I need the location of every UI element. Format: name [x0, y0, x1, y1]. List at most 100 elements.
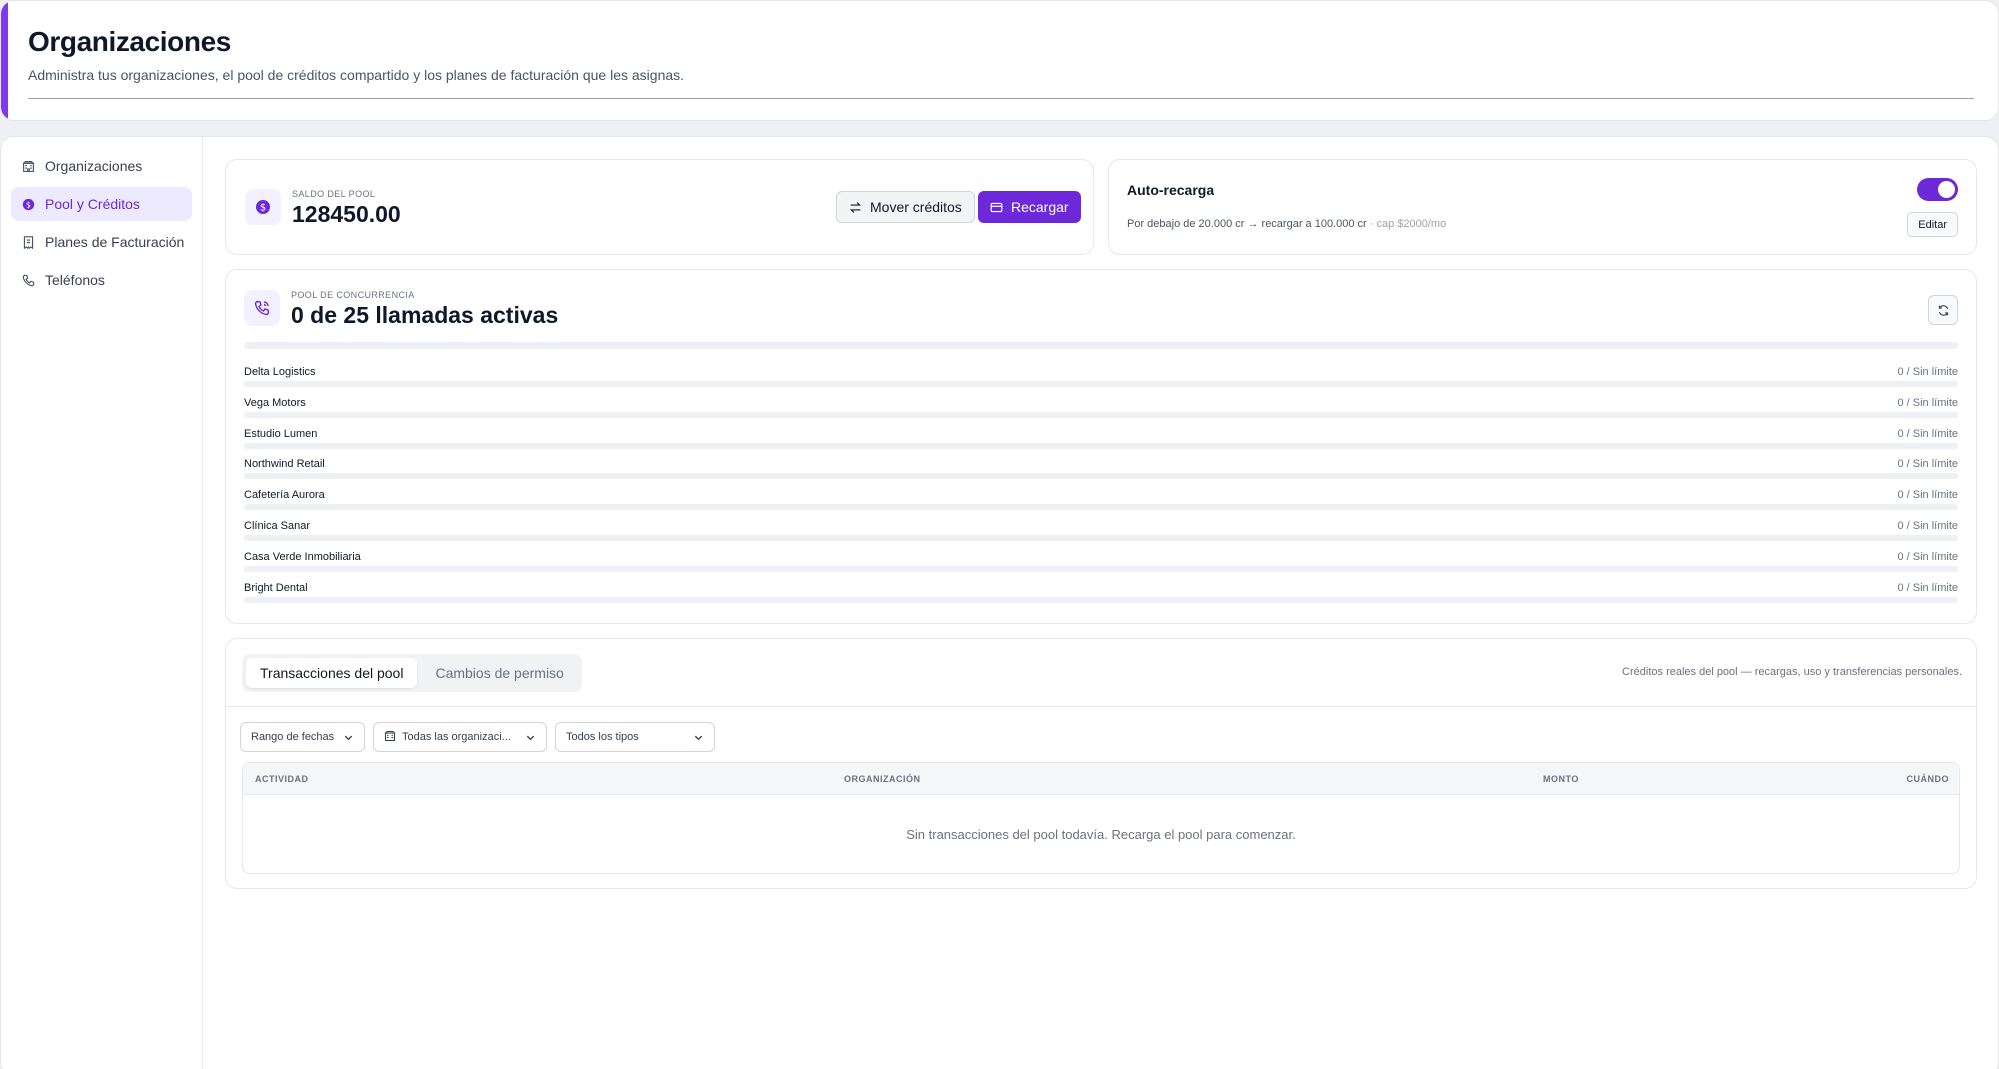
sidebar: Organizaciones $ Pool y Créditos Planes … — [1, 137, 203, 1069]
org-concurrency-row: Cafetería Aurora 0 / Sin límite — [244, 489, 1958, 520]
org-name: Delta Logistics — [244, 366, 316, 378]
org-usage: 0 / Sin límite — [1897, 519, 1958, 532]
org-usage: 0 / Sin límite — [1897, 458, 1958, 471]
transactions-tabs: Transacciones del pool Cambios de permis… — [242, 654, 582, 692]
org-usage: 0 / Sin límite — [1897, 396, 1958, 409]
org-usage-bar — [244, 411, 1958, 418]
page-header: Organizaciones Administra tus organizaci… — [0, 0, 1999, 121]
concurrency-pool-card: POOL DE CONCURRENCIA 0 de 25 llamadas ac… — [225, 269, 1977, 624]
page-title: Organizaciones — [28, 26, 231, 57]
edit-auto-recharge-button[interactable]: Editar — [1907, 212, 1958, 237]
org-name: Casa Verde Inmobiliaria — [244, 550, 361, 563]
refresh-icon — [1938, 304, 1948, 316]
org-concurrency-row: Bright Dental 0 / Sin límite — [244, 582, 1958, 613]
org-concurrency-row: Estudio Lumen 0 / Sin límite — [244, 428, 1958, 459]
org-usage-bar — [244, 381, 1958, 387]
column-amount: MONTO — [1543, 774, 1579, 784]
phone-call-icon — [244, 290, 280, 326]
org-usage: 0 / Sin límite — [1897, 550, 1958, 563]
building-icon — [21, 159, 35, 173]
recharge-label: Recargar — [1011, 199, 1069, 215]
org-name: Clínica Sanar — [244, 519, 311, 532]
chevron-down-icon — [343, 732, 354, 743]
org-usage-bar — [244, 565, 1958, 572]
tab-pool-transactions[interactable]: Transacciones del pool — [246, 658, 418, 688]
concurrency-progress-bar — [244, 342, 1958, 349]
sidebar-item-label: Teléfonos — [45, 272, 105, 288]
date-range-label: Rango de fechas — [251, 731, 335, 743]
coin-icon: $ — [21, 197, 35, 211]
app-panel: Organizaciones $ Pool y Créditos Planes … — [0, 136, 1999, 1069]
pool-balance-value: 128450.00 — [292, 201, 401, 227]
column-organization: ORGANIZACIÓN — [844, 774, 921, 784]
sidebar-item-label: Planes de Facturación — [45, 234, 185, 250]
page-subtitle: Administra tus organizaciones, el pool d… — [28, 67, 685, 83]
date-range-filter[interactable]: Rango de fechas — [240, 722, 365, 752]
header-accent-bar — [1, 1, 8, 120]
auto-recharge-title: Auto-recarga — [1127, 182, 1215, 198]
type-filter[interactable]: Todos los tipos — [555, 722, 715, 752]
chevron-down-icon — [525, 732, 536, 743]
move-credits-label: Mover créditos — [870, 199, 962, 215]
svg-text:$: $ — [25, 199, 30, 209]
transactions-note: Créditos reales del pool — recargas, uso… — [1622, 666, 1962, 678]
arrows-swap-icon — [849, 201, 862, 213]
refresh-button[interactable] — [1928, 295, 1958, 325]
organization-filter[interactable]: Todas las organizaci... — [373, 722, 547, 752]
dollar-coin-icon: $ — [245, 189, 281, 225]
chevron-down-icon — [693, 732, 704, 743]
org-concurrency-row: Vega Motors 0 / Sin límite — [244, 397, 1958, 428]
org-concurrency-row: Delta Logistics 0 / Sin límite — [244, 366, 1958, 397]
tab-permission-changes[interactable]: Cambios de permiso — [421, 658, 577, 688]
auto-recharge-cap: · cap $2000/mo — [1366, 218, 1447, 230]
receipt-icon — [21, 235, 35, 249]
pool-balance-label: SALDO DEL POOL — [292, 189, 376, 199]
svg-text:$: $ — [260, 203, 266, 214]
building-icon — [384, 730, 396, 745]
org-name: Estudio Lumen — [244, 427, 318, 440]
org-usage-bar — [244, 504, 1958, 511]
phone-icon — [21, 273, 35, 287]
empty-state-message: Sin transacciones del pool todavía. Reca… — [906, 827, 1296, 842]
org-usage-bar — [244, 473, 1958, 480]
move-credits-button[interactable]: Mover créditos — [836, 191, 975, 223]
org-name: Northwind Retail — [244, 458, 325, 471]
org-name: Vega Motors — [244, 396, 306, 409]
org-usage-bar — [244, 442, 1958, 449]
org-usage: 0 / Sin límite — [1897, 581, 1958, 594]
transactions-table: ACTIVIDAD ORGANIZACIÓN MONTO CUÁNDO Sin … — [242, 762, 1960, 874]
sidebar-item-pool-creditos[interactable]: $ Pool y Créditos — [11, 187, 192, 221]
header-divider — [28, 98, 1974, 99]
type-filter-label: Todos los tipos — [566, 731, 639, 743]
sidebar-item-telefonos[interactable]: Teléfonos — [11, 263, 192, 297]
sidebar-item-organizaciones[interactable]: Organizaciones — [11, 149, 192, 183]
sidebar-item-planes-facturacion[interactable]: Planes de Facturación — [11, 225, 192, 259]
concurrency-headline: 0 de 25 llamadas activas — [291, 302, 559, 328]
org-usage-bar — [244, 596, 1958, 603]
org-usage: 0 / Sin límite — [1897, 427, 1958, 440]
org-concurrency-row: Clínica Sanar 0 / Sin límite — [244, 520, 1958, 551]
column-when: CUÁNDO — [1906, 774, 1949, 784]
pool-balance-card: $ SALDO DEL POOL 128450.00 Mover crédito… — [225, 159, 1094, 255]
org-concurrency-row: Casa Verde Inmobiliaria 0 / Sin límite — [244, 551, 1958, 582]
organization-filter-label: Todas las organizaci... — [402, 731, 511, 743]
org-name: Bright Dental — [244, 581, 308, 594]
org-usage: 0 / Sin límite — [1897, 489, 1958, 502]
org-concurrency-row: Northwind Retail 0 / Sin límite — [244, 458, 1958, 489]
org-usage: 0 / Sin límite — [1897, 366, 1958, 378]
auto-recharge-rule: Por debajo de 20.000 cr → recargar a 100… — [1127, 218, 1367, 230]
recharge-button[interactable]: Recargar — [978, 191, 1081, 223]
org-usage-bar — [244, 534, 1958, 541]
transactions-divider — [226, 706, 1976, 707]
transactions-card: Transacciones del pool Cambios de permis… — [225, 638, 1977, 889]
concurrency-label: POOL DE CONCURRENCIA — [291, 290, 415, 300]
sidebar-item-label: Organizaciones — [45, 158, 143, 174]
auto-recharge-description: Por debajo de 20.000 cr → recargar a 100… — [1127, 218, 1446, 230]
table-header: ACTIVIDAD ORGANIZACIÓN MONTO CUÁNDO — [243, 763, 1959, 795]
org-concurrency-list: Delta Logistics 0 / Sin límite Vega Motors… — [244, 366, 1958, 612]
column-activity: ACTIVIDAD — [255, 774, 309, 784]
credit-card-icon — [990, 202, 1003, 212]
auto-recharge-card: Auto-recarga Por debajo de 20.000 cr → r… — [1108, 159, 1977, 255]
auto-recharge-toggle[interactable] — [1917, 178, 1958, 201]
sidebar-item-label: Pool y Créditos — [45, 196, 140, 212]
